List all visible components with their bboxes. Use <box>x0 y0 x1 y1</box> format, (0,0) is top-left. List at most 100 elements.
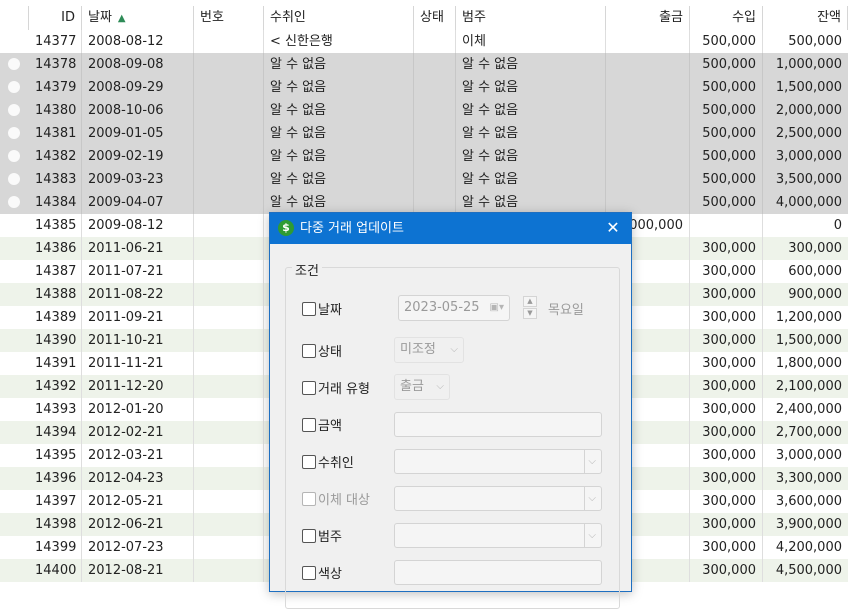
calendar-dropdown-icon[interactable]: ▣▾ <box>490 296 504 320</box>
cell-number <box>194 490 264 513</box>
header-marker <box>0 6 29 30</box>
cell-date: 2012-04-23 <box>82 467 194 490</box>
cell-deposit: 300,000 <box>690 283 763 306</box>
cell-date: 2011-06-21 <box>82 237 194 260</box>
amount-checkbox[interactable] <box>302 418 316 432</box>
cell-date: 2009-04-07 <box>82 191 194 214</box>
cell-balance: 4,500,000 <box>775 563 842 578</box>
cell-id: 14383 <box>29 168 82 191</box>
category-select[interactable]: ⌵ <box>394 523 602 548</box>
status-select[interactable]: 미조정 ⌵ <box>394 337 464 363</box>
cell-category: 알 수 없음 <box>456 168 606 191</box>
row-marker <box>0 283 29 306</box>
cell-status <box>414 30 456 53</box>
category-label: 범주 <box>318 530 342 545</box>
cell-payee: 알 수 없음 <box>264 168 414 191</box>
cell-deposit: 500,000 <box>690 145 763 168</box>
cell-date: 2009-01-05 <box>82 122 194 145</box>
multi-transaction-update-dialog: $ 다중 거래 업데이트 ✕ 조건 날짜 2023-05-25 ▣▾ ▲ ▼ 목… <box>269 212 632 609</box>
cell-number <box>194 191 264 214</box>
cell-deposit: 300,000 <box>690 306 763 329</box>
header-status[interactable]: 상태 <box>414 6 456 30</box>
header-withdrawal[interactable]: 출금 <box>606 6 690 30</box>
cell-deposit: 500,000 <box>690 191 763 214</box>
row-marker <box>0 260 29 283</box>
cell-balance: 300,000 <box>788 241 842 256</box>
chevron-down-icon: ⌵ <box>584 487 596 511</box>
cell-balance: 3,000,000 <box>775 149 842 164</box>
header-balance[interactable]: 잔액 <box>763 6 848 30</box>
table-row[interactable]: 14377 2008-08-12 < 신한은행 이체 500,000 500,000 <box>0 30 848 53</box>
payee-select[interactable]: ⌵ <box>394 449 602 474</box>
table-row[interactable]: 14383 2009-03-23 알 수 없음 알 수 없음 500,000 3,500,… <box>0 168 848 191</box>
cell-deposit: 500,000 <box>690 53 763 76</box>
row-marker <box>0 237 29 260</box>
cell-deposit: 300,000 <box>690 467 763 490</box>
date-spin-up[interactable]: ▲ <box>523 296 537 307</box>
cell-id: 14387 <box>29 260 82 283</box>
row-marker <box>0 375 29 398</box>
cell-balance: 1,800,000 <box>775 356 842 371</box>
cell-balance: 3,000,000 <box>775 448 842 463</box>
payee-checkbox[interactable] <box>302 455 316 469</box>
header-date[interactable]: 날짜 ▲ <box>82 6 194 30</box>
header-deposit[interactable]: 수입 <box>690 6 763 30</box>
cell-balance: 2,700,000 <box>775 425 842 440</box>
cell-balance: 0 <box>833 218 842 233</box>
cell-id: 14396 <box>29 467 82 490</box>
type-checkbox[interactable] <box>302 381 316 395</box>
cell-number <box>194 260 264 283</box>
table-row[interactable]: 14381 2009-01-05 알 수 없음 알 수 없음 500,000 2,500,… <box>0 122 848 145</box>
header-number[interactable]: 번호 <box>194 6 264 30</box>
cell-number <box>194 168 264 191</box>
status-checkbox[interactable] <box>302 344 316 358</box>
cell-balance: 4,200,000 <box>775 540 842 555</box>
cell-date: 2011-08-22 <box>82 283 194 306</box>
date-input[interactable]: 2023-05-25 ▣▾ <box>398 295 510 321</box>
header-id[interactable]: ID <box>29 6 82 30</box>
row-marker <box>0 421 29 444</box>
dialog-title-bar[interactable]: $ 다중 거래 업데이트 ✕ <box>270 213 631 244</box>
table-row[interactable]: 14378 2008-09-08 알 수 없음 알 수 없음 500,000 1,000,… <box>0 53 848 76</box>
cell-id: 14394 <box>29 421 82 444</box>
cell-id: 14380 <box>29 99 82 122</box>
cell-withdrawal <box>606 99 690 122</box>
date-checkbox[interactable] <box>302 302 316 316</box>
selection-dot-icon <box>8 196 20 208</box>
category-checkbox[interactable] <box>302 529 316 543</box>
cell-category: 알 수 없음 <box>456 191 606 214</box>
type-select[interactable]: 출금 ⌵ <box>394 374 450 400</box>
cell-deposit: 300,000 <box>690 260 763 283</box>
cell-withdrawal <box>606 122 690 145</box>
table-row[interactable]: 14380 2008-10-06 알 수 없음 알 수 없음 500,000 2,000,… <box>0 99 848 122</box>
cell-id: 14377 <box>29 30 82 53</box>
row-marker <box>0 76 29 99</box>
table-row[interactable]: 14379 2008-09-29 알 수 없음 알 수 없음 500,000 1,500,… <box>0 76 848 99</box>
cell-payee: < 신한은행 <box>264 30 414 53</box>
cell-id: 14384 <box>29 191 82 214</box>
cell-payee: 알 수 없음 <box>264 99 414 122</box>
cell-category: 알 수 없음 <box>456 99 606 122</box>
date-spin-down[interactable]: ▼ <box>523 308 537 319</box>
cell-deposit: 300,000 <box>690 513 763 536</box>
color-checkbox[interactable] <box>302 566 316 580</box>
cell-deposit: 300,000 <box>690 444 763 467</box>
cell-date: 2009-02-19 <box>82 145 194 168</box>
cell-number <box>194 329 264 352</box>
row-marker <box>0 352 29 375</box>
cell-id: 14398 <box>29 513 82 536</box>
cell-id: 14391 <box>29 352 82 375</box>
cell-balance: 2,000,000 <box>775 103 842 118</box>
table-row[interactable]: 14384 2009-04-07 알 수 없음 알 수 없음 500,000 4,000,… <box>0 191 848 214</box>
close-icon[interactable]: ✕ <box>603 217 623 239</box>
cell-deposit: 300,000 <box>690 329 763 352</box>
cell-id: 14397 <box>29 490 82 513</box>
amount-input[interactable] <box>394 412 602 437</box>
header-payee[interactable]: 수취인 <box>264 6 414 30</box>
color-select[interactable] <box>394 560 602 585</box>
cell-number <box>194 122 264 145</box>
row-marker <box>0 145 29 168</box>
header-category[interactable]: 범주 <box>456 6 606 30</box>
cell-number <box>194 214 264 237</box>
table-row[interactable]: 14382 2009-02-19 알 수 없음 알 수 없음 500,000 3,000,… <box>0 145 848 168</box>
